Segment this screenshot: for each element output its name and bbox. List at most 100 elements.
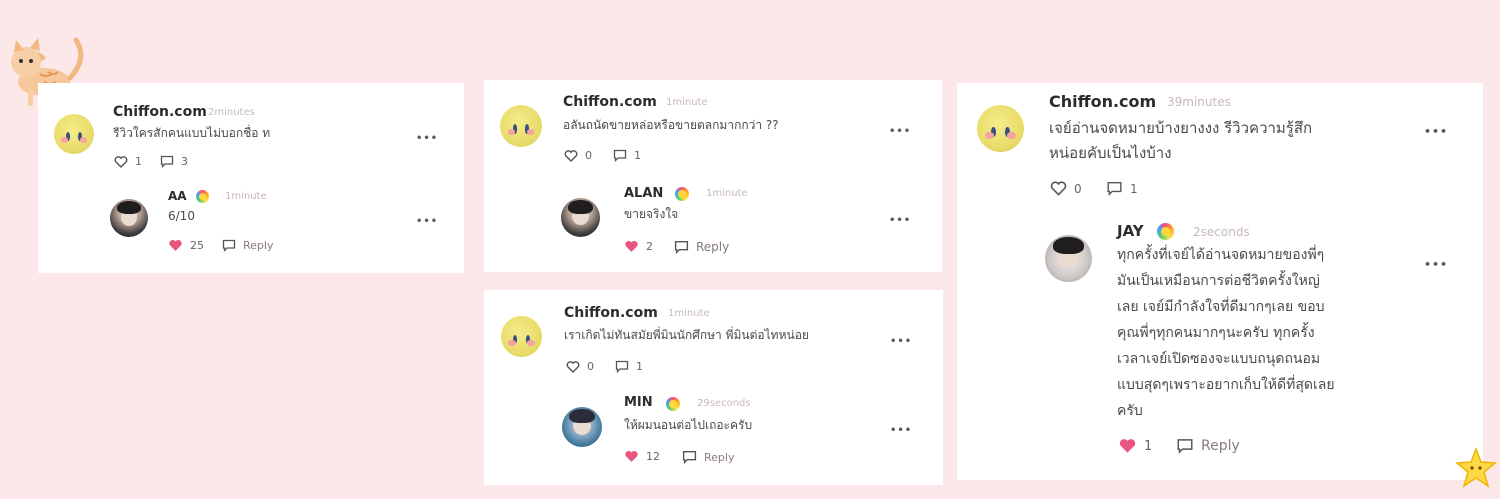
heart-filled-icon xyxy=(624,240,639,253)
like-button[interactable]: 0 xyxy=(1050,181,1082,196)
avatar xyxy=(977,105,1024,152)
reply-button[interactable]: Reply xyxy=(1176,438,1240,454)
comment-username[interactable]: Chiffon.com xyxy=(563,94,657,110)
more-options-button[interactable]: ••• xyxy=(889,126,911,137)
like-button[interactable]: 12 xyxy=(624,450,660,463)
heart-outline-icon xyxy=(566,360,580,373)
avatar xyxy=(110,199,148,237)
heart-filled-icon xyxy=(1118,438,1137,454)
reply-username[interactable]: ALAN xyxy=(624,186,663,201)
reply-text-line-2: มันเป็นเหมือนการต่อชีวิตครั้งใหญ่ xyxy=(1117,273,1320,289)
reply-label: Reply xyxy=(243,239,274,252)
comment-timestamp: 39minutes xyxy=(1167,95,1231,109)
comment-count: 1 xyxy=(1130,181,1138,196)
avatar xyxy=(500,105,542,147)
like-button[interactable]: 0 xyxy=(566,360,594,373)
more-options-button[interactable]: ••• xyxy=(416,216,438,227)
comment-card-3: Chiffon.com 1minute เราเกิดไม่ทันสมัยพี่… xyxy=(484,290,943,485)
comment-button[interactable]: 1 xyxy=(615,360,643,373)
like-count: 2 xyxy=(646,240,653,253)
reply-text-line-6: แบบสุดๆเพราะอยากเก็บให้ดีที่สุดเลย xyxy=(1117,377,1335,393)
comment-username[interactable]: Chiffon.com xyxy=(564,305,658,321)
reply-username[interactable]: MIN xyxy=(624,395,653,410)
comment-timestamp: 1minute xyxy=(666,97,708,108)
heart-filled-icon xyxy=(624,450,639,463)
comment-username[interactable]: Chiffon.com xyxy=(1049,92,1156,111)
reply-button[interactable]: Reply xyxy=(674,240,729,254)
heart-outline-icon xyxy=(1050,181,1067,196)
like-count: 1 xyxy=(135,155,142,168)
more-options-button[interactable]: ••• xyxy=(890,336,912,347)
reply-icon xyxy=(682,450,697,464)
reply-timestamp: 29seconds xyxy=(697,398,751,409)
star-sticker xyxy=(1455,446,1497,488)
comment-text: เราเกิดไม่ทันสมัยพี่มินนักศึกษา พี่มินต่… xyxy=(564,328,809,342)
verified-badge-icon xyxy=(196,190,209,203)
comment-icon xyxy=(160,155,174,168)
like-button[interactable]: 1 xyxy=(114,155,142,168)
comment-button[interactable]: 1 xyxy=(613,149,641,162)
comment-timestamp: 2minutes xyxy=(208,107,255,118)
heart-outline-icon xyxy=(114,155,128,168)
comment-text-line-1: เจย์อ่านจดหมายบ้างยางงง รีวิวความรู้สึก xyxy=(1049,119,1313,137)
reply-icon xyxy=(1176,438,1194,454)
comment-button[interactable]: 3 xyxy=(160,155,188,168)
comment-button[interactable]: 1 xyxy=(1106,181,1138,196)
comment-card-1: Chiffon.com 2minutes รีวิวใครสักคนแบบไม่… xyxy=(38,83,464,273)
comment-text: รีวิวใครสักคนแบบไม่บอกชื่อ ท xyxy=(113,126,271,140)
avatar xyxy=(1045,235,1092,282)
reply-label: Reply xyxy=(1201,438,1240,454)
more-options-button[interactable]: ••• xyxy=(1424,125,1448,138)
reply-label: Reply xyxy=(696,240,730,254)
reply-label: Reply xyxy=(704,450,735,464)
verified-badge-icon xyxy=(675,187,689,201)
like-count: 0 xyxy=(1074,181,1082,196)
like-button[interactable]: 0 xyxy=(564,149,592,162)
reply-button[interactable]: Reply xyxy=(222,239,273,252)
like-button[interactable]: 25 xyxy=(168,239,204,252)
comment-text: อลันถนัดขายหล่อหรือขายตลกมากกว่า ?? xyxy=(563,118,779,132)
comment-count: 1 xyxy=(634,149,641,162)
comment-icon xyxy=(615,360,629,373)
avatar xyxy=(561,198,600,237)
avatar xyxy=(54,114,94,154)
like-button[interactable]: 1 xyxy=(1118,438,1152,454)
verified-badge-icon xyxy=(1157,223,1174,240)
like-count: 0 xyxy=(585,149,592,162)
reply-text: ขายจริงใจ xyxy=(624,207,679,221)
more-options-button[interactable]: ••• xyxy=(890,425,912,436)
comment-text-line-2: หน่อยคับเป็นไงบ้าง xyxy=(1049,144,1172,162)
avatar xyxy=(562,407,602,447)
heart-filled-icon xyxy=(168,239,183,252)
reply-timestamp: 2seconds xyxy=(1193,225,1250,239)
reply-text-line-5: เวลาเจย์เปิดซองจะแบบถนุดถนอม xyxy=(1117,351,1321,367)
like-count: 25 xyxy=(190,239,204,252)
like-count: 12 xyxy=(646,450,660,463)
more-options-button[interactable]: ••• xyxy=(1424,258,1448,271)
reply-button[interactable]: Reply xyxy=(682,450,734,464)
reply-icon xyxy=(674,240,689,254)
reply-text-line-1: ทุกครั้งที่เจย์ได้อ่านจดหมายของพี่ๆ xyxy=(1117,247,1325,263)
more-options-button[interactable]: ••• xyxy=(416,133,438,144)
comment-timestamp: 1minute xyxy=(668,308,710,319)
reply-text-line-3: เลย เจย์มีกำลังใจที่ดีมากๆเลย ขอบ xyxy=(1117,299,1325,315)
reply-timestamp: 1minute xyxy=(225,191,267,202)
comment-icon xyxy=(613,149,627,162)
avatar xyxy=(501,316,542,357)
heart-outline-icon xyxy=(564,149,578,162)
reply-text: ให้ผมนอนต่อไปเถอะครับ xyxy=(624,418,753,432)
more-options-button[interactable]: ••• xyxy=(889,215,911,226)
comment-count: 1 xyxy=(636,360,643,373)
reply-text-line-4: คุณพี่ๆทุกคนมากๆนะครับ ทุกครั้ง xyxy=(1117,325,1315,341)
like-count: 1 xyxy=(1144,438,1153,454)
reply-text: 6/10 xyxy=(168,209,195,223)
reply-text-line-7: ครับ xyxy=(1117,403,1143,419)
verified-badge-icon xyxy=(666,397,680,411)
comment-card-2: Chiffon.com 1minute อลันถนัดขายหล่อหรือข… xyxy=(484,80,942,272)
reply-username[interactable]: AA xyxy=(168,189,187,203)
comment-username[interactable]: Chiffon.com xyxy=(113,104,207,120)
comment-card-4: Chiffon.com 39minutes เจย์อ่านจดหมายบ้าง… xyxy=(957,83,1483,480)
like-button[interactable]: 2 xyxy=(624,240,653,253)
reply-username[interactable]: JAY xyxy=(1117,222,1144,240)
like-count: 0 xyxy=(587,360,594,373)
